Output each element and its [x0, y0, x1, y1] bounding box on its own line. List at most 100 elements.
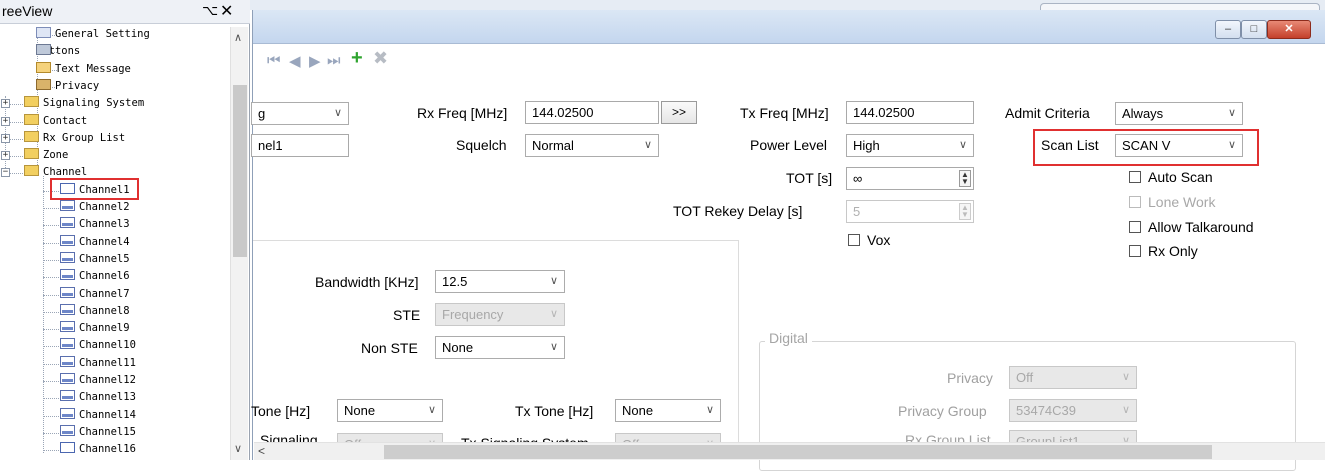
- tree-item-label: Channel7: [79, 287, 130, 300]
- tree-guide-line: [43, 329, 59, 331]
- scan-list-select[interactable]: SCAN V ∨: [1115, 134, 1243, 157]
- add-record-icon[interactable]: +: [351, 47, 363, 70]
- squelch-select[interactable]: Normal ∨: [525, 134, 659, 157]
- tree-item-channel[interactable]: Channel2: [60, 200, 130, 215]
- pin-icon[interactable]: ⌥: [202, 2, 218, 19]
- tree-item-channel[interactable]: Channel11: [60, 355, 136, 371]
- scrollbar-thumb[interactable]: [233, 85, 247, 257]
- scroll-left-icon[interactable]: <: [258, 444, 265, 458]
- tree-item-channel[interactable]: Channel15: [60, 424, 136, 440]
- tree-expand-icon[interactable]: +: [1, 116, 10, 126]
- tree-item-channel[interactable]: Channel12: [60, 373, 136, 388]
- channel-name-input[interactable]: nel1: [251, 134, 349, 157]
- tot-rekey-label: TOT Rekey Delay [s]: [673, 203, 803, 219]
- allow-talkaround-label: Allow Talkaround: [1148, 219, 1254, 235]
- admit-criteria-select[interactable]: Always ∨: [1115, 102, 1243, 125]
- tx-tone-select[interactable]: None ∨: [615, 399, 721, 422]
- privacy-group-value: 53474C39: [1016, 403, 1076, 418]
- rx-tone-select[interactable]: None ∨: [337, 399, 443, 422]
- tree-item[interactable]: Zone: [24, 148, 68, 163]
- tree-collapse-icon[interactable]: −: [1, 168, 10, 178]
- tree-item-channel[interactable]: Channel5: [60, 251, 130, 267]
- horizontal-scrollbar[interactable]: <: [254, 442, 1325, 460]
- tree-item-channel[interactable]: Channel14: [60, 407, 136, 423]
- vox-checkbox[interactable]: Vox: [848, 232, 890, 248]
- tree-item[interactable]: Text Message: [36, 61, 131, 77]
- tree-item-channel[interactable]: Channel6: [60, 269, 130, 284]
- tree-item-channel[interactable]: Channel9: [60, 321, 130, 336]
- checkbox-box[interactable]: [1129, 245, 1141, 257]
- minimize-button[interactable]: –: [1215, 20, 1241, 39]
- previous-record-icon[interactable]: ◀: [289, 52, 301, 70]
- auto-scan-checkbox[interactable]: Auto Scan: [1129, 169, 1213, 185]
- maximize-button[interactable]: □: [1241, 20, 1267, 39]
- close-panel-icon[interactable]: ✕: [220, 1, 233, 21]
- section-divider: [253, 240, 738, 241]
- channel-mode-select[interactable]: g ∨: [251, 102, 349, 125]
- tree-vertical-scrollbar[interactable]: ∧ ∨: [230, 27, 248, 460]
- allow-talkaround-checkbox[interactable]: Allow Talkaround: [1129, 219, 1254, 235]
- lone-work-checkbox[interactable]: Lone Work: [1129, 194, 1215, 210]
- digital-channel-icon: [60, 390, 75, 402]
- power-level-select[interactable]: High ∨: [846, 134, 974, 157]
- tree-item-label: Channel6: [79, 270, 130, 283]
- non-ste-select[interactable]: None ∨: [435, 336, 565, 359]
- tree-item-channel[interactable]: Channel3: [60, 217, 130, 232]
- rx-only-checkbox[interactable]: Rx Only: [1129, 243, 1198, 259]
- close-window-button[interactable]: ✕: [1267, 20, 1311, 39]
- privacy-group-select[interactable]: 53474C39 ∨: [1009, 399, 1137, 422]
- next-record-icon[interactable]: ▶: [309, 52, 321, 70]
- tx-freq-input[interactable]: 144.02500: [846, 101, 974, 124]
- ste-select[interactable]: Frequency ∨: [435, 303, 565, 326]
- spin-arrows-icon[interactable]: ▲ ▼: [959, 170, 971, 187]
- tree-item[interactable]: Signaling System: [24, 96, 144, 111]
- tree-item-channel[interactable]: Channel4: [60, 234, 130, 250]
- record-navigation-toolbar: ⏮ ◀ ▶ ⏭ + ✖: [253, 46, 1325, 78]
- last-record-icon[interactable]: ⏭: [327, 52, 341, 69]
- spin-down-icon[interactable]: ▼: [961, 210, 969, 219]
- checkbox-box[interactable]: [1129, 171, 1141, 183]
- tree-item-label: Channel: [43, 166, 88, 179]
- tot-spinbox[interactable]: ∞ ▲ ▼: [846, 167, 974, 190]
- tree-item-channel[interactable]: Channel16: [60, 442, 136, 457]
- scrollbar-thumb[interactable]: [384, 445, 1212, 459]
- digital-channel-icon: [60, 200, 75, 211]
- digital-channel-icon: [60, 355, 75, 367]
- first-record-icon[interactable]: ⏮: [267, 52, 281, 69]
- copy-freq-button[interactable]: >>: [661, 101, 697, 124]
- delete-record-icon[interactable]: ✖: [373, 48, 388, 69]
- spin-arrows-icon[interactable]: ▲ ▼: [959, 203, 971, 220]
- privacy-select[interactable]: Off ∨: [1009, 366, 1137, 389]
- tot-rekey-spinbox[interactable]: 5 ▲ ▼: [846, 200, 974, 223]
- checkbox-box[interactable]: [1129, 196, 1141, 208]
- scroll-up-icon[interactable]: ∧: [234, 31, 242, 44]
- digital-channel-icon: [60, 338, 75, 350]
- tree-item-channel[interactable]: Channel7: [60, 286, 130, 302]
- checkbox-box[interactable]: [1129, 221, 1141, 233]
- tree-expand-icon[interactable]: +: [1, 151, 10, 161]
- tree-expand-icon[interactable]: +: [1, 99, 10, 109]
- tree-item[interactable]: Privacy: [36, 78, 99, 94]
- tree-item[interactable]: General Setting: [36, 27, 150, 42]
- checkbox-box[interactable]: [848, 234, 860, 246]
- tree-item-channel[interactable]: Channel13: [60, 390, 136, 405]
- tree-item[interactable]: Rx Group List: [24, 130, 125, 146]
- tree-view-panel: reeView ⌥ ✕ General Setting Buttons Text M…: [0, 0, 250, 460]
- tx-tone-label: Tx Tone [Hz]: [515, 403, 594, 419]
- squelch-value: Normal: [532, 138, 574, 153]
- scroll-down-icon[interactable]: ∨: [234, 442, 242, 455]
- tree-item[interactable]: Buttons: [36, 44, 80, 59]
- tree-item-channel[interactable]: Channel10: [60, 338, 136, 353]
- bandwidth-select[interactable]: 12.5 ∨: [435, 270, 565, 293]
- chevron-down-icon: ∨: [549, 341, 558, 353]
- spin-down-icon[interactable]: ▼: [961, 177, 969, 186]
- tree-item-channel[interactable]: Channel8: [60, 303, 130, 319]
- admit-criteria-value: Always: [1122, 106, 1164, 121]
- tree-expand-icon[interactable]: +: [1, 133, 10, 143]
- tree-item[interactable]: Contact: [24, 113, 87, 129]
- analog-channel-icon: [60, 442, 75, 454]
- tree-view-header: reeView ⌥ ✕: [0, 0, 250, 24]
- rx-freq-input[interactable]: 144.02500: [525, 101, 659, 124]
- tree-guide-line: [43, 415, 59, 417]
- tree-item-label: General Setting: [55, 28, 150, 40]
